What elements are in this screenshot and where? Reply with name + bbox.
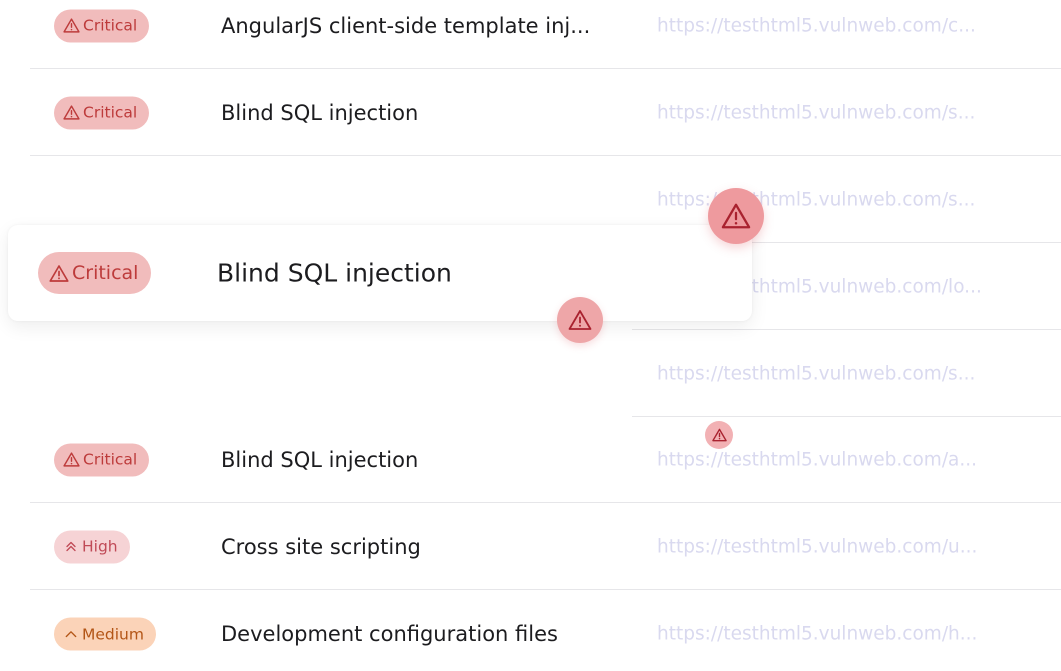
- floating-warning-icon: [708, 188, 764, 244]
- vulnerability-url[interactable]: https://testhtml5.vulnweb.com/a...: [657, 449, 977, 470]
- warning-triangle-icon: [63, 452, 80, 468]
- table-row[interactable]: Critical AngularJS client-side template …: [30, 0, 1061, 69]
- double-chevron-up-icon: [63, 539, 79, 555]
- vulnerability-url[interactable]: https://testhtml5.vulnweb.com/u...: [657, 536, 977, 557]
- vulnerability-url[interactable]: https://testhtml5.vulnweb.com/s...: [657, 102, 975, 123]
- table-row[interactable]: https://testhtml5.vulnweb.com/s...: [632, 331, 1061, 417]
- warning-triangle-icon: [49, 264, 69, 283]
- severity-badge-critical: Critical: [38, 252, 152, 294]
- severity-badge-critical: Critical: [54, 96, 150, 129]
- vulnerability-list: Critical AngularJS client-side template …: [0, 0, 1061, 671]
- severity-label: Critical: [83, 16, 138, 35]
- vulnerability-title[interactable]: Cross site scripting: [221, 535, 421, 559]
- severity-label: Critical: [83, 103, 138, 122]
- table-row[interactable]: Critical Blind SQL injection https://tes…: [30, 417, 1061, 503]
- severity-label: Medium: [82, 625, 144, 643]
- severity-label: Critical: [72, 262, 139, 284]
- warning-triangle-icon: [63, 105, 80, 121]
- vulnerability-url[interactable]: https://testhtml5.vulnweb.com/c...: [657, 15, 976, 36]
- chevron-up-icon: [63, 626, 79, 642]
- vulnerability-title[interactable]: Development configuration files: [221, 622, 558, 646]
- vulnerability-url[interactable]: https://testhtml5.vulnweb.com/s...: [657, 363, 975, 384]
- severity-badge-medium: Medium: [54, 617, 156, 651]
- severity-label: High: [82, 537, 118, 556]
- severity-badge-critical: Critical: [54, 443, 150, 476]
- floating-warning-icon: [557, 297, 603, 343]
- table-row[interactable]: Medium Development configuration files h…: [30, 591, 1061, 671]
- vulnerability-title: Blind SQL injection: [217, 258, 452, 288]
- severity-badge-high: High: [54, 530, 130, 563]
- vulnerability-title[interactable]: AngularJS client-side template inj...: [221, 14, 590, 38]
- table-row[interactable]: High Cross site scripting https://testht…: [30, 504, 1061, 590]
- severity-label: Critical: [83, 450, 138, 469]
- vulnerability-url[interactable]: https://testhtml5.vulnweb.com/h...: [657, 624, 977, 645]
- vulnerability-url[interactable]: https://testhtml5.vulnweb.com/s...: [657, 189, 975, 210]
- vulnerability-title[interactable]: Blind SQL injection: [221, 101, 418, 125]
- severity-badge-critical: Critical: [54, 9, 150, 42]
- warning-triangle-icon: [63, 18, 80, 34]
- dragged-row-card[interactable]: Critical Blind SQL injection: [8, 225, 752, 321]
- vulnerability-title[interactable]: Blind SQL injection: [221, 448, 418, 472]
- floating-warning-icon: [705, 421, 733, 449]
- table-row[interactable]: Critical Blind SQL injection https://tes…: [30, 70, 1061, 156]
